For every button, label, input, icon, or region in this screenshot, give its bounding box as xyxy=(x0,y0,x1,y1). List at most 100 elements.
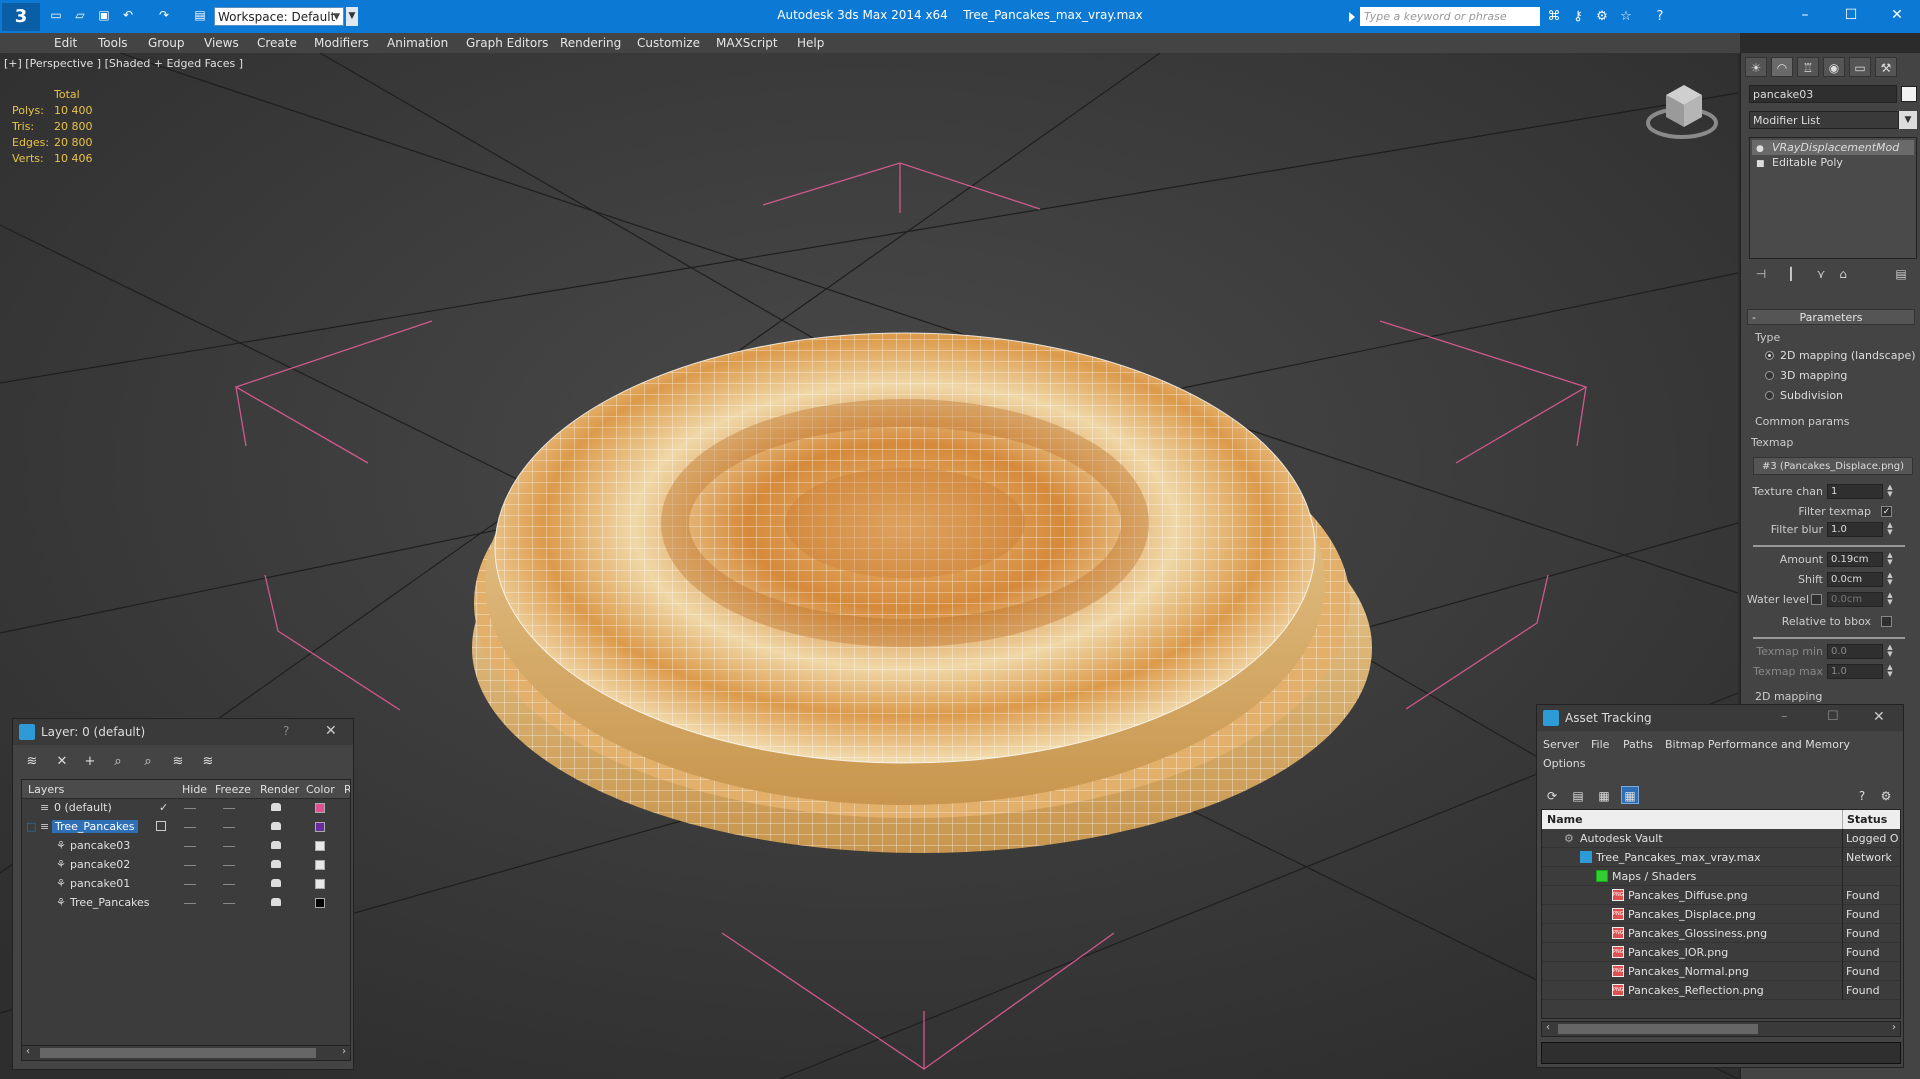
freeze-toggle[interactable] xyxy=(223,846,235,847)
utilities-tab-icon[interactable]: ⚒ xyxy=(1875,57,1897,77)
asset-row-vault[interactable]: ⚙ Autodesk Vault Logged O xyxy=(1542,829,1900,848)
freeze-toggle[interactable] xyxy=(223,808,235,809)
object-color-swatch[interactable] xyxy=(1901,86,1917,102)
texmap-min-field[interactable]: 0.0 xyxy=(1827,644,1883,659)
relative-bbox-checkbox[interactable] xyxy=(1881,616,1892,627)
asset-row-normal[interactable]: PNG Pancakes_Normal.png Found xyxy=(1542,962,1900,981)
object-name-field[interactable]: pancake03 xyxy=(1749,85,1897,103)
close-icon[interactable]: ✕ xyxy=(325,723,337,739)
water-level-field[interactable]: 0.0cm xyxy=(1827,592,1883,607)
col-color[interactable]: Color xyxy=(306,783,335,796)
chevron-down-icon[interactable]: ▼ xyxy=(1899,111,1917,129)
menu-edit[interactable]: Edit xyxy=(54,36,77,50)
freeze-toggle[interactable] xyxy=(223,865,235,866)
display-tab-icon[interactable]: ▭ xyxy=(1849,57,1871,77)
layer-row-tree-pancakes[interactable]: □ ≡ Tree_Pancakes xyxy=(22,818,350,837)
col-name[interactable]: Name xyxy=(1547,813,1583,826)
menu-views[interactable]: Views xyxy=(204,36,239,50)
close-icon[interactable]: ✕ xyxy=(1882,4,1912,26)
cart-icon[interactable]: ⚙ xyxy=(1594,9,1610,25)
horizontal-scrollbar[interactable]: ‹ › xyxy=(1541,1021,1901,1037)
layer-color-swatch[interactable] xyxy=(315,822,325,832)
freeze-toggle[interactable] xyxy=(223,827,235,828)
parameters-rollout[interactable]: - Parameters xyxy=(1747,309,1915,325)
asset-row-ior[interactable]: PNG Pancakes_IOR.png Found xyxy=(1542,943,1900,962)
object-color-swatch[interactable] xyxy=(315,860,325,870)
asset-menu-bitmap-performance[interactable]: Bitmap Performance and Memory xyxy=(1665,738,1850,751)
col-freeze[interactable]: Freeze xyxy=(215,783,251,796)
add-layer-icon[interactable]: + xyxy=(81,753,99,771)
scrollbar-thumb[interactable] xyxy=(40,1048,316,1058)
render-teapot-icon[interactable] xyxy=(271,822,281,830)
layer-color-swatch[interactable] xyxy=(315,803,325,813)
hide-toggle[interactable] xyxy=(184,903,196,904)
layer-row-pancake02[interactable]: ⚘ pancake02 xyxy=(22,856,350,875)
show-end-result-icon[interactable]: ┃ xyxy=(1783,265,1799,283)
scrollbar-thumb[interactable] xyxy=(1558,1024,1758,1034)
spinner-icon[interactable]: ▲ ▼ xyxy=(1885,572,1895,587)
render-teapot-icon[interactable] xyxy=(271,860,281,868)
layers-icon[interactable]: ≋ xyxy=(23,753,41,771)
amount-field[interactable]: 0.19cm xyxy=(1827,552,1883,567)
menu-help[interactable]: Help xyxy=(797,36,824,50)
freeze-toggle[interactable] xyxy=(223,884,235,885)
menu-modifiers[interactable]: Modifiers xyxy=(314,36,369,50)
create-tab-icon[interactable]: ☀ xyxy=(1745,57,1767,77)
search-input[interactable]: Type a keyword or phrase xyxy=(1360,7,1540,26)
minimize-icon[interactable]: – xyxy=(1781,709,1788,724)
asset-menu-server[interactable]: Server xyxy=(1543,738,1579,751)
texmap-button[interactable]: #3 (Pancakes_Displace.png) xyxy=(1753,457,1913,475)
asset-menu-file[interactable]: File xyxy=(1591,738,1609,751)
help-icon[interactable]: ? xyxy=(1652,9,1668,25)
horizontal-scrollbar[interactable]: ‹ › xyxy=(21,1045,351,1061)
delete-layer-icon[interactable]: ✕ xyxy=(53,753,71,771)
settings-icon[interactable]: ⚙ xyxy=(1877,786,1895,804)
asset-path-field[interactable] xyxy=(1541,1042,1901,1064)
binoculars-icon[interactable]: ⌘ xyxy=(1546,9,1562,25)
col-render[interactable]: Render xyxy=(260,783,299,796)
asset-row-reflection[interactable]: PNG Pancakes_Reflection.png Found xyxy=(1542,981,1900,1000)
layer-row-pancake01[interactable]: ⚘ pancake01 xyxy=(22,875,350,894)
water-level-checkbox[interactable] xyxy=(1811,594,1822,605)
motion-tab-icon[interactable]: ◉ xyxy=(1823,57,1845,77)
spinner-icon[interactable]: ▲ ▼ xyxy=(1885,664,1895,679)
modify-tab-icon[interactable]: ◠ xyxy=(1771,57,1793,77)
asset-row-max-file[interactable]: Tree_Pancakes_max_vray.max Network xyxy=(1542,848,1900,867)
asset-row-displace[interactable]: PNG Pancakes_Displace.png Found xyxy=(1542,905,1900,924)
highlight-layer-icon[interactable]: ⌕ xyxy=(139,753,157,771)
menu-group[interactable]: Group xyxy=(148,36,185,50)
hide-toggle[interactable] xyxy=(184,846,196,847)
maximize-icon[interactable]: ☐ xyxy=(1827,709,1839,724)
menu-graph-editors[interactable]: Graph Editors xyxy=(466,36,548,50)
make-unique-icon[interactable]: ⋎ xyxy=(1813,265,1829,283)
active-layer-box[interactable] xyxy=(156,821,166,831)
thumbnail-view-icon[interactable]: ▦ xyxy=(1595,786,1613,804)
hide-toggle[interactable] xyxy=(184,865,196,866)
col-layers[interactable]: Layers xyxy=(28,783,64,796)
menu-customize[interactable]: Customize xyxy=(637,36,700,50)
maximize-icon[interactable]: ☐ xyxy=(1836,4,1866,26)
refresh-icon[interactable]: ⟳ xyxy=(1543,786,1561,804)
table-view-icon[interactable]: ▦ xyxy=(1621,786,1639,804)
hide-toggle[interactable] xyxy=(184,808,196,809)
remove-modifier-icon[interactable]: ⌂ xyxy=(1835,265,1851,283)
play-icon[interactable] xyxy=(1349,12,1355,22)
asset-menu-options[interactable]: Options xyxy=(1543,757,1585,770)
help-icon[interactable]: ? xyxy=(283,724,289,738)
stack-item-editable-poly[interactable]: ■ Editable Poly xyxy=(1752,155,1914,170)
close-icon[interactable]: ✕ xyxy=(1873,709,1885,725)
help-icon[interactable]: ? xyxy=(1853,786,1871,804)
layer-row-default[interactable]: ≡ 0 (default) ✓ xyxy=(22,799,350,818)
spinner-icon[interactable]: ▲ ▼ xyxy=(1885,552,1895,567)
hide-toggle[interactable] xyxy=(184,884,196,885)
col-status[interactable]: Status xyxy=(1847,813,1887,826)
menu-maxscript[interactable]: MAXScript xyxy=(716,36,778,50)
list-view-icon[interactable]: ▤ xyxy=(1569,786,1587,804)
spinner-icon[interactable]: ▲ ▼ xyxy=(1885,592,1895,607)
select-objects-icon[interactable]: ⌕ xyxy=(109,753,127,771)
col-hide[interactable]: Hide xyxy=(182,783,207,796)
layer-row-pancake03[interactable]: ⚘ pancake03 xyxy=(22,837,350,856)
menu-tools[interactable]: Tools xyxy=(98,36,128,50)
render-teapot-icon[interactable] xyxy=(271,879,281,887)
filter-blur-field[interactable]: 1.0 xyxy=(1827,522,1883,537)
